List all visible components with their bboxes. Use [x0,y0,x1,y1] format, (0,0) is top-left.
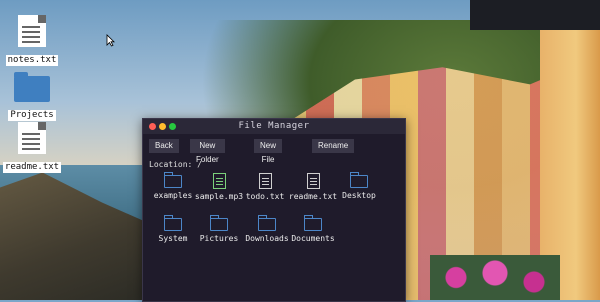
file-item-documents[interactable]: Documents [283,215,343,243]
window-title: File Manager [238,121,310,131]
rename-button[interactable]: Rename [312,139,355,153]
audio-file-icon [212,173,226,189]
text-file-icon [18,122,46,154]
mouse-cursor-icon [106,34,115,47]
desktop-icon-label: Projects [8,110,56,121]
file-item-desktop[interactable]: Desktop [329,172,389,200]
file-manager-window: File Manager Back New Folder New File Re… [142,118,406,302]
text-file-icon [306,173,320,189]
desktop-icon-label: notes.txt [5,55,59,66]
wallpaper-flowers [430,255,560,300]
new-folder-button[interactable]: New Folder [190,139,225,164]
desktop-icon-readme[interactable]: readme.txt [2,122,62,173]
folder-icon [304,215,322,231]
desktop-icon-projects[interactable]: Projects [2,72,62,121]
window-titlebar[interactable]: File Manager [143,119,405,134]
file-item-label: Documents [291,234,335,243]
text-file-icon [18,15,46,47]
desktop-icon-notes[interactable]: notes.txt [2,15,62,66]
folder-icon [164,172,182,188]
folder-icon [258,215,276,231]
back-button[interactable]: Back [149,139,179,153]
wallpaper-shadow [470,0,600,30]
text-file-icon [258,173,272,189]
folder-icon [14,72,50,102]
file-item-label: Desktop [342,191,376,200]
folder-icon [164,215,182,231]
folder-icon [210,215,228,231]
location-bar: Location: / [149,160,202,169]
new-file-button[interactable]: New File [254,139,283,164]
desktop-icon-label: readme.txt [2,162,62,173]
folder-icon [350,172,368,188]
